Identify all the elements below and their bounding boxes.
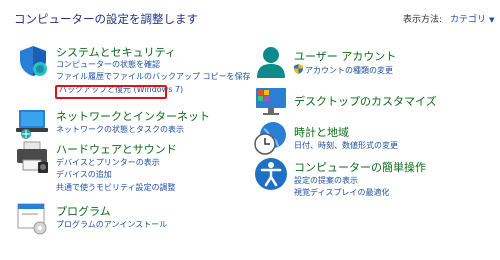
- category-programs: プログラム プログラムのアンインストール: [16, 201, 246, 237]
- category-clock-region: 時計と地域 日付、時刻、数値形式の変更: [254, 121, 494, 157]
- link-devices-printers[interactable]: デバイスとプリンターの表示: [56, 157, 160, 168]
- category-heading[interactable]: ネットワークとインターネット: [56, 108, 210, 124]
- category-hardware-sound: ハードウェアとサウンド デバイスとプリンターの表示 デバイスの追加 共通で使うモ…: [16, 140, 246, 200]
- category-heading[interactable]: システムとセキュリティ: [56, 44, 176, 60]
- chevron-down-icon[interactable]: ▼: [489, 16, 494, 24]
- link-change-account-type-label: アカウントの種類の変更: [305, 66, 393, 75]
- category-ease-of-access: コンピューターの簡単操作 設定の提案の表示 視覚ディスプレイの最適化: [254, 157, 494, 201]
- view-by-dropdown[interactable]: カテゴリ: [450, 15, 486, 25]
- view-by-label: 表示方法:: [403, 15, 443, 25]
- network-icon[interactable]: [16, 106, 50, 140]
- highlight-box: [55, 85, 167, 99]
- link-add-device[interactable]: デバイスの追加: [56, 169, 112, 180]
- shield-icon[interactable]: [16, 44, 50, 78]
- link-suggested-settings[interactable]: 設定の提案の表示: [294, 175, 358, 186]
- link-network-status[interactable]: ネットワークの状態とタスクの表示: [56, 124, 184, 135]
- category-heading[interactable]: コンピューターの簡単操作: [294, 159, 426, 175]
- category-network: ネットワークとインターネット ネットワークの状態とタスクの表示: [16, 106, 246, 142]
- desktop-icon[interactable]: [254, 85, 288, 119]
- link-optimize-display[interactable]: 視覚ディスプレイの最適化: [294, 187, 389, 198]
- programs-icon[interactable]: [16, 201, 50, 235]
- link-date-time-format[interactable]: 日付、時刻、数値形式の変更: [294, 140, 398, 151]
- category-heading[interactable]: ユーザー アカウント: [294, 48, 396, 64]
- link-change-account-type[interactable]: アカウントの種類の変更: [294, 64, 393, 76]
- user-icon[interactable]: [254, 45, 288, 79]
- page-title: コンピューターの設定を調整します: [14, 12, 198, 26]
- category-heading[interactable]: プログラム: [56, 203, 111, 219]
- printer-icon[interactable]: [16, 140, 50, 174]
- category-desktop-customization: デスクトップのカスタマイズ: [254, 85, 494, 121]
- uac-shield-icon: [294, 64, 303, 74]
- category-user-accounts: ユーザー アカウント アカウントの種類の変更: [254, 45, 494, 85]
- category-heading[interactable]: ハードウェアとサウンド: [56, 141, 177, 157]
- clock-globe-icon[interactable]: [254, 121, 288, 155]
- link-mobility-settings[interactable]: 共通で使うモビリティ設定の調整: [56, 182, 176, 193]
- category-heading[interactable]: デスクトップのカスタマイズ: [294, 93, 437, 109]
- view-by: 表示方法: カテゴリ ▼: [403, 12, 494, 25]
- link-uninstall-program[interactable]: プログラムのアンインストール: [56, 219, 167, 230]
- link-check-status[interactable]: コンピューターの状態を確認: [56, 59, 160, 70]
- link-file-history[interactable]: ファイル履歴でファイルのバックアップ コピーを保存: [56, 71, 251, 82]
- category-heading[interactable]: 時計と地域: [294, 124, 349, 140]
- accessibility-icon[interactable]: [254, 157, 288, 191]
